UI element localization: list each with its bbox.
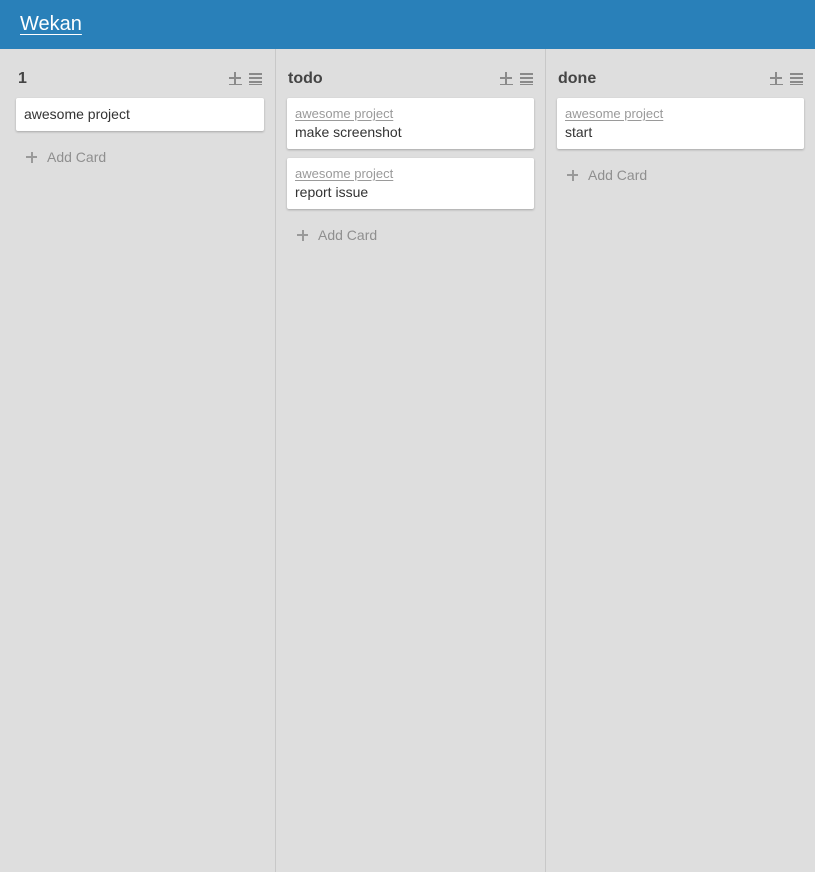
list-title[interactable]: todo <box>288 69 323 89</box>
list-header: todo <box>276 66 545 90</box>
card-project-link[interactable]: awesome project <box>295 166 393 182</box>
hamburger-menu-icon[interactable] <box>790 71 804 85</box>
list-actions <box>770 71 804 85</box>
add-card-button[interactable]: Add Card <box>26 149 106 165</box>
list-header: done <box>546 66 815 90</box>
list-actions <box>229 71 263 85</box>
list-todo: todo awesome project make screenshot awe… <box>276 49 546 872</box>
card[interactable]: awesome project report issue <box>287 158 534 209</box>
card-title: awesome project <box>24 106 130 122</box>
hamburger-menu-icon[interactable] <box>520 71 534 85</box>
list-actions <box>500 71 534 85</box>
card-project-link[interactable]: awesome project <box>565 106 663 122</box>
card[interactable]: awesome project start <box>557 98 804 149</box>
board: 1 awesome project Add Card todo awesome … <box>0 49 815 874</box>
add-card-button[interactable]: Add Card <box>297 227 377 243</box>
plus-icon <box>567 169 578 181</box>
brand-link[interactable]: Wekan <box>20 11 82 37</box>
add-card-label: Add Card <box>318 227 378 243</box>
plus-icon[interactable] <box>500 71 514 85</box>
card-title: start <box>565 124 593 140</box>
card-title: make screenshot <box>295 124 402 140</box>
plus-icon <box>26 151 37 163</box>
plus-icon[interactable] <box>770 71 784 85</box>
list-header: 1 <box>0 66 275 90</box>
plus-icon <box>297 229 308 241</box>
card[interactable]: awesome project make screenshot <box>287 98 534 149</box>
app-header: Wekan <box>0 0 815 49</box>
card-project-link[interactable]: awesome project <box>295 106 393 122</box>
add-card-button[interactable]: Add Card <box>567 167 647 183</box>
add-card-label: Add Card <box>588 167 648 183</box>
add-card-label: Add Card <box>47 149 107 165</box>
list-done: done awesome project start Add Card <box>546 49 815 872</box>
card-title: report issue <box>295 184 369 200</box>
card[interactable]: awesome project <box>16 98 264 131</box>
hamburger-menu-icon[interactable] <box>249 71 263 85</box>
list-1: 1 awesome project Add Card <box>0 49 276 872</box>
list-title[interactable]: done <box>558 69 596 89</box>
list-title[interactable]: 1 <box>18 69 27 89</box>
plus-icon[interactable] <box>229 71 243 85</box>
